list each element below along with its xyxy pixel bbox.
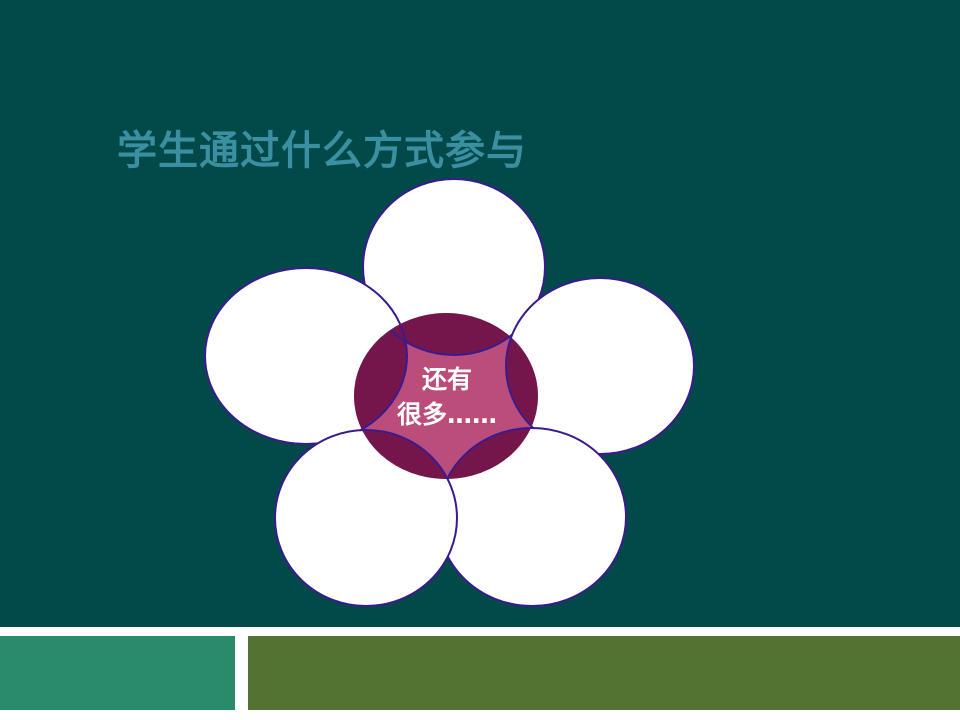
center-text: 还有 很多…… [372,362,522,432]
center-text-line1: 还有 [421,365,472,394]
flower-diagram [204,178,695,607]
footer-bar-left [0,636,235,710]
center-text-line2: 很多…… [396,400,497,429]
footer-bar-right [248,636,960,710]
